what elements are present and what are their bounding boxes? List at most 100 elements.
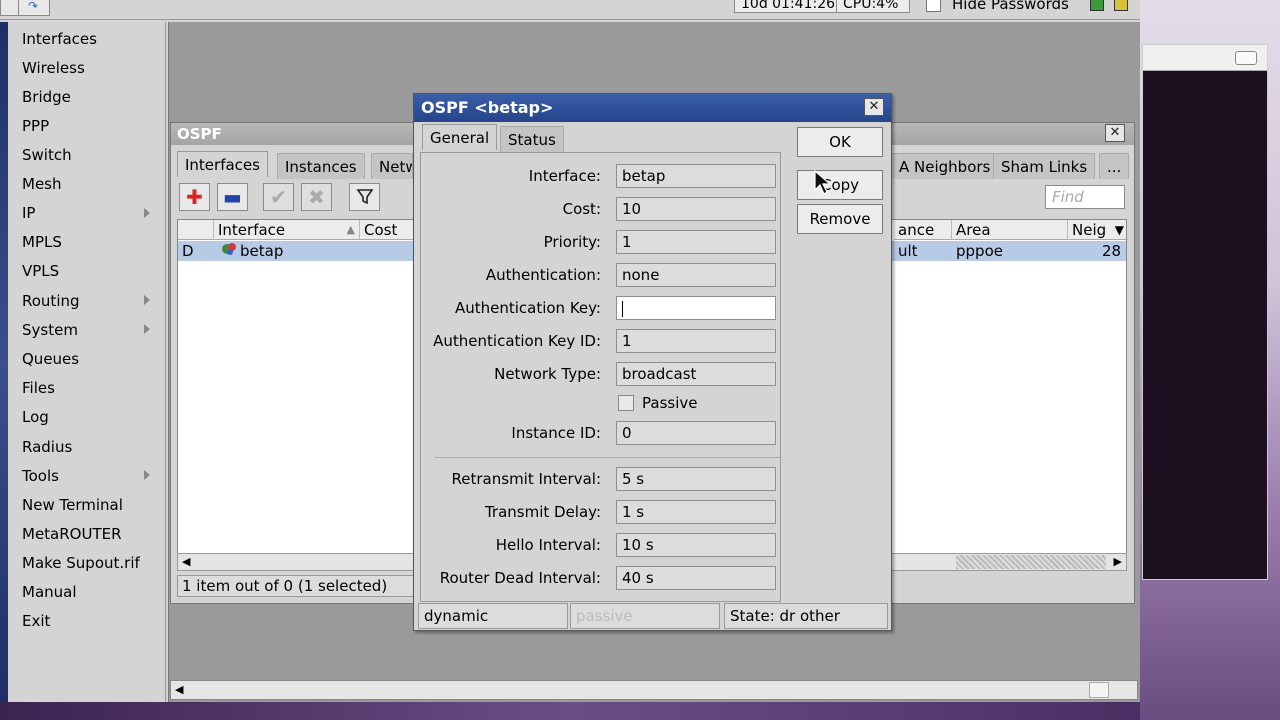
- plus-icon: ✚: [186, 185, 203, 209]
- tab-general[interactable]: General: [422, 124, 498, 150]
- column-neighbors-label: Neig: [1072, 221, 1107, 239]
- instance-id-field[interactable]: 0: [616, 421, 776, 445]
- sidebar-item-switch[interactable]: Switch: [22, 144, 72, 166]
- retransmit-interval-label: Retransmit Interval:: [451, 470, 601, 488]
- cost-field[interactable]: 10: [616, 197, 776, 221]
- hide-passwords-checkbox[interactable]: [926, 0, 941, 12]
- submenu-arrow-icon: [144, 208, 150, 218]
- tab-nbma-neighbors[interactable]: A Neighbors: [891, 153, 999, 179]
- router-dead-interval-field[interactable]: 40 s: [616, 566, 776, 590]
- row-interface-icon: [220, 241, 238, 261]
- network-type-select[interactable]: broadcast: [616, 362, 776, 386]
- sidebar-item-radius[interactable]: Radius: [22, 436, 72, 458]
- scroll-left-icon: ◀: [182, 555, 191, 568]
- row-instance: ult: [898, 242, 918, 260]
- sidebar-brand-strip: [0, 22, 8, 702]
- column-cost[interactable]: Cost: [360, 220, 420, 240]
- uptime-display: 10d 01:41:26: [734, 0, 843, 13]
- sidebar-item-ppp[interactable]: PPP: [22, 115, 49, 137]
- transmit-delay-field[interactable]: 1 s: [616, 500, 776, 524]
- column-flag[interactable]: [178, 220, 214, 240]
- sidebar-item-exit[interactable]: Exit: [22, 610, 50, 632]
- sidebar-item-new-terminal[interactable]: New Terminal: [22, 494, 123, 516]
- sidebar-item-log[interactable]: Log: [22, 406, 49, 428]
- sidebar-item-interfaces[interactable]: Interfaces: [22, 28, 97, 50]
- scroll-right-icon: ▶: [1113, 555, 1122, 568]
- authentication-key-id-field[interactable]: 1: [616, 329, 776, 353]
- dynamic-status: dynamic: [418, 603, 568, 629]
- priority-field[interactable]: 1: [616, 230, 776, 254]
- tab-status[interactable]: Status: [500, 126, 564, 152]
- interface-label: Interface:: [528, 167, 601, 185]
- authentication-key-id-label: Authentication Key ID:: [433, 332, 601, 350]
- redo-button[interactable]: ↷: [18, 0, 50, 16]
- tab-networks[interactable]: Netw: [371, 153, 413, 179]
- tab-instances[interactable]: Instances: [277, 153, 365, 179]
- remove-button[interactable]: ▬: [217, 183, 248, 211]
- remove-button[interactable]: Remove: [797, 204, 883, 234]
- redo-icon: ↷: [28, 0, 39, 13]
- yellow-indicator-icon: [1114, 0, 1128, 11]
- column-interface[interactable]: Interface ▲: [214, 220, 360, 240]
- dialog-close-button[interactable]: ✕: [864, 98, 884, 116]
- authentication-select[interactable]: none: [616, 263, 776, 287]
- add-button[interactable]: ✚: [179, 183, 210, 211]
- resize-grip-icon[interactable]: [1089, 682, 1109, 698]
- column-area[interactable]: Area: [952, 220, 1068, 240]
- interface-field[interactable]: betap: [616, 164, 776, 188]
- row-area: pppoe: [956, 242, 1003, 260]
- disable-button[interactable]: ✖: [301, 183, 332, 211]
- top-toolbar: ↷ 10d 01:41:26 CPU:4% Hide Passwords: [0, 0, 1140, 20]
- sidebar-menu: Interfaces Wireless Bridge PPP Switch Me…: [8, 22, 166, 702]
- sidebar-item-wireless[interactable]: Wireless: [22, 57, 85, 79]
- authentication-key-label: Authentication Key:: [454, 299, 601, 317]
- ok-button[interactable]: OK: [797, 127, 883, 157]
- submenu-arrow-icon: [144, 470, 150, 480]
- sidebar-item-metarouter[interactable]: MetaROUTER: [22, 523, 122, 545]
- priority-label: Priority:: [543, 233, 601, 251]
- column-instance[interactable]: ance: [894, 220, 952, 240]
- hello-interval-field[interactable]: 10 s: [616, 533, 776, 557]
- scrollbar-thumb[interactable]: [956, 555, 1106, 569]
- sidebar-item-queues[interactable]: Queues: [22, 348, 79, 370]
- background-window: [1142, 44, 1268, 580]
- tab-sham-links[interactable]: Sham Links: [993, 153, 1096, 179]
- sidebar-item-mpls[interactable]: MPLS: [22, 231, 62, 253]
- sidebar-item-make-supout[interactable]: Make Supout.rif: [22, 552, 140, 574]
- passive-checkbox[interactable]: [618, 395, 634, 411]
- copy-button[interactable]: Copy: [797, 170, 883, 200]
- transmit-delay-label: Transmit Delay:: [484, 503, 601, 521]
- sidebar-item-vpls[interactable]: VPLS: [22, 260, 59, 282]
- tab-interfaces[interactable]: Interfaces: [177, 151, 268, 177]
- sidebar-item-files[interactable]: Files: [22, 377, 55, 399]
- submenu-arrow-icon: [144, 324, 150, 334]
- sidebar-item-ip[interactable]: IP: [22, 202, 35, 224]
- cpu-display: CPU:4%: [836, 0, 910, 13]
- sidebar-item-bridge[interactable]: Bridge: [22, 86, 71, 108]
- column-neighbors[interactable]: Neig ▼: [1068, 220, 1126, 240]
- authentication-label: Authentication:: [485, 266, 601, 284]
- ospf-close-button[interactable]: ✕: [1105, 124, 1125, 142]
- row-flag: D: [182, 242, 194, 260]
- filter-button[interactable]: [349, 183, 380, 211]
- sidebar-item-tools[interactable]: Tools: [22, 465, 59, 487]
- tab-more[interactable]: ...: [1099, 153, 1130, 179]
- minus-icon: ▬: [223, 185, 242, 209]
- desktop-bottom-strip: [0, 700, 1140, 720]
- sidebar-item-manual[interactable]: Manual: [22, 581, 77, 603]
- sort-ascending-icon: ▲: [346, 223, 355, 236]
- find-input[interactable]: Find: [1045, 185, 1125, 209]
- workspace-horizontal-scrollbar[interactable]: ◀: [170, 680, 1138, 700]
- sidebar-item-mesh[interactable]: Mesh: [22, 173, 62, 195]
- retransmit-interval-field[interactable]: 5 s: [616, 467, 776, 491]
- row-neighbors: 28: [1102, 242, 1122, 260]
- enable-button[interactable]: ✔: [263, 183, 294, 211]
- dialog-title: OSPF <betap>: [414, 94, 891, 122]
- green-indicator-icon: [1090, 0, 1104, 11]
- background-window-button[interactable]: [1235, 51, 1257, 65]
- sidebar-item-routing[interactable]: Routing: [22, 290, 80, 312]
- authentication-key-input[interactable]: [616, 296, 776, 320]
- check-icon: ✔: [270, 185, 287, 209]
- sidebar-item-system[interactable]: System: [22, 319, 78, 341]
- passive-status: passive: [570, 603, 720, 629]
